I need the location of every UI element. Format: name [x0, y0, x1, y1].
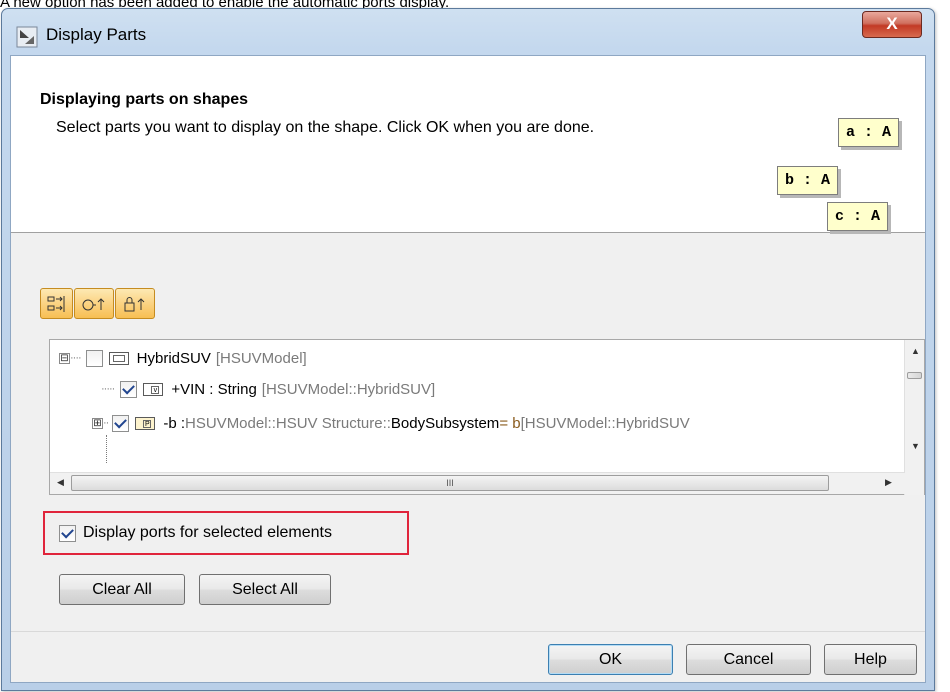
tree-item-name: +VIN : String: [171, 380, 257, 398]
tree-row-vin[interactable]: ····· v +VIN : String [HSUVModel::Hybrid…: [101, 377, 435, 401]
dialog-header: Displaying parts on shapes Select parts …: [11, 56, 925, 233]
vertical-scrollbar[interactable]: ▲ ▼: [904, 340, 924, 495]
tree-connector-line: [106, 435, 107, 463]
display-parts-toggle-button[interactable]: [40, 288, 73, 319]
header-title: Displaying parts on shapes: [40, 91, 249, 108]
checkbox-b[interactable]: [112, 414, 130, 432]
part-icon: P: [135, 416, 156, 430]
show-private-toggle-button[interactable]: [115, 288, 155, 319]
cancel-button[interactable]: Cancel: [686, 644, 811, 675]
expand-icon[interactable]: ⊞: [92, 417, 103, 429]
lock-icon: [124, 296, 145, 311]
ok-button[interactable]: OK: [548, 644, 673, 675]
tree-item-owner: [HSUVModel::HybridSUV]: [261, 380, 436, 398]
checkbox-vin[interactable]: [120, 380, 138, 398]
display-ports-checkbox[interactable]: [59, 525, 76, 542]
collapse-icon[interactable]: ⊟: [59, 352, 70, 364]
block-icon: [108, 351, 129, 365]
scroll-down-icon[interactable]: ▼: [911, 441, 920, 451]
tree-item-name: -b :: [163, 414, 186, 432]
tree-connector: ·····: [101, 383, 115, 395]
checkbox-hybridsuv[interactable]: [85, 349, 103, 367]
vertical-scroll-thumb[interactable]: [907, 372, 922, 379]
close-button[interactable]: X: [862, 11, 922, 38]
parts-structure-icon: [47, 295, 64, 312]
scroll-up-icon[interactable]: ▲: [911, 346, 920, 356]
inherited-icon: [82, 297, 105, 310]
tree-item-owner: [HSUVModel]: [215, 349, 307, 367]
help-button[interactable]: Help: [824, 644, 917, 675]
display-ports-label[interactable]: Display ports for selected elements: [83, 524, 332, 542]
dialog-title: Display Parts: [46, 25, 147, 44]
tree-connector: ····: [70, 352, 82, 364]
illustration-part-b: b : A: [777, 166, 839, 195]
scroll-left-icon[interactable]: ◀: [57, 477, 64, 488]
display-parts-dialog: Display Parts X Displaying parts on shap…: [1, 8, 935, 691]
header-description: Select parts you want to display on the …: [56, 119, 595, 136]
clear-all-button[interactable]: Clear All: [59, 574, 185, 605]
dialog-icon: [16, 26, 38, 48]
horizontal-scroll-thumb[interactable]: III: [71, 475, 829, 491]
tree-row-b[interactable]: ⊞ ·· P -b : HSUVModel::HSUV Structure:: …: [92, 411, 690, 435]
illustration-part-a: a : A: [838, 118, 900, 147]
parts-tree[interactable]: ⊟ ···· HybridSUV [HSUVModel] ····· v +VI…: [49, 339, 925, 495]
illustration-part-c: c : A: [827, 202, 889, 231]
dialog-content: Displaying parts on shapes Select parts …: [10, 55, 926, 683]
tree-item-name: HybridSUV: [136, 349, 211, 367]
parts-toolbar: [40, 288, 155, 319]
scroll-right-icon[interactable]: ▶: [885, 477, 892, 488]
tree-row-hybridsuv[interactable]: ⊟ ···· HybridSUV [HSUVModel]: [59, 346, 307, 370]
show-inherited-toggle-button[interactable]: [74, 288, 114, 319]
tree-connector: ··: [103, 417, 109, 429]
tree-item-owner: [HSUVModel::HybridSUV: [520, 414, 690, 432]
select-all-button[interactable]: Select All: [199, 574, 331, 605]
title-bar: Display Parts X: [2, 9, 934, 55]
horizontal-scrollbar[interactable]: ◀ III ▶: [50, 472, 905, 494]
tree-item-type-name: BodySubsystem: [390, 414, 500, 432]
property-icon: v: [143, 382, 164, 396]
tree-item-value: = b: [499, 414, 521, 432]
tree-item-type-path: HSUVModel::HSUV Structure::: [185, 414, 391, 432]
